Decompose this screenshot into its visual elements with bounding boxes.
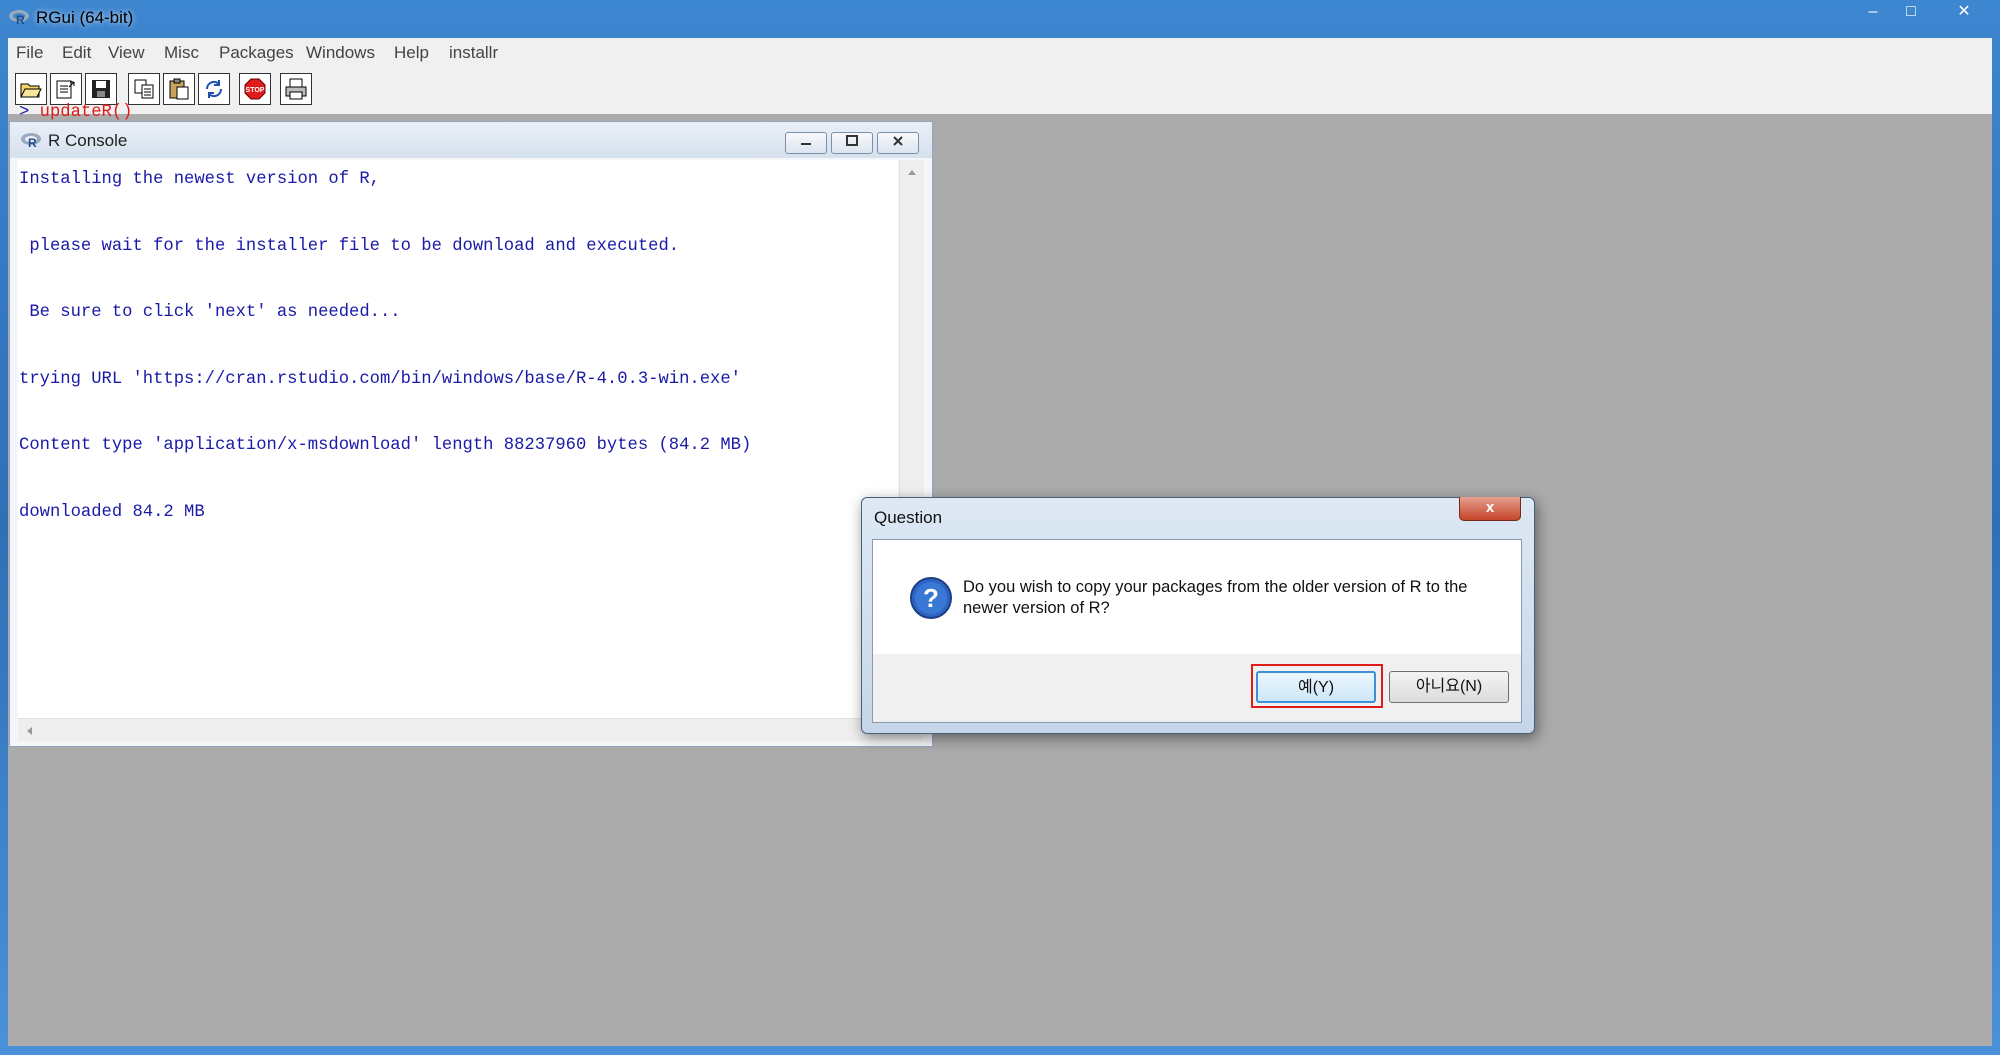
close-icon	[893, 136, 903, 146]
console-line: trying URL 'https://cran.rstudio.com/bin…	[19, 369, 741, 389]
console-line: please wait for the installer file to be…	[19, 236, 680, 256]
r-logo-icon: R	[8, 9, 30, 27]
title-bar: R RGui (64-bit) ‒ □ ✕	[0, 0, 2000, 34]
svg-text:R: R	[16, 13, 25, 25]
console-lines: > updateR() Installing the newest versio…	[19, 58, 751, 569]
dialog-body: ? Do you wish to copy your packages from…	[872, 539, 1522, 723]
console-maximize-button[interactable]	[831, 132, 873, 154]
dialog-button-bar: 예(Y) 아니요(N)	[873, 654, 1521, 722]
maximize-icon	[846, 135, 858, 146]
question-icon: ?	[909, 576, 953, 625]
question-dialog: Question x ? Do you wish to copy your pa…	[861, 497, 1535, 734]
yes-button[interactable]: 예(Y)	[1256, 671, 1376, 703]
rgui-window: R RGui (64-bit) ‒ □ ✕ File Edit View Mis…	[0, 0, 2000, 1055]
console-line: Be sure to click 'next' as needed...	[19, 303, 401, 323]
maximize-button[interactable]: □	[1896, 1, 1926, 23]
dialog-close-button[interactable]: x	[1459, 497, 1521, 521]
console-command-line: > updateR()	[19, 102, 751, 124]
console-prompt: >	[19, 103, 40, 123]
scroll-up-arrow-icon[interactable]	[906, 164, 918, 182]
console-line: Installing the newest version of R,	[19, 170, 380, 189]
console-close-button[interactable]	[877, 132, 919, 154]
app-title: RGui (64-bit)	[36, 8, 134, 27]
scroll-left-arrow-icon[interactable]	[24, 724, 34, 742]
console-minimize-button[interactable]	[785, 132, 827, 154]
no-button[interactable]: 아니요(N)	[1389, 671, 1509, 703]
console-horizontal-scrollbar[interactable]	[18, 718, 923, 741]
minimize-icon	[801, 143, 811, 145]
close-button[interactable]: ✕	[1944, 1, 1984, 23]
console-line: Content type 'application/x-msdownload' …	[19, 436, 752, 456]
console-line: downloaded 84.2 MB	[19, 502, 205, 522]
console-command: updateR()	[39, 103, 133, 123]
svg-text:?: ?	[923, 583, 939, 613]
dialog-message: Do you wish to copy your packages from t…	[963, 578, 1468, 617]
minimize-button[interactable]: ‒	[1858, 1, 1888, 23]
dialog-title: Question	[874, 508, 943, 527]
